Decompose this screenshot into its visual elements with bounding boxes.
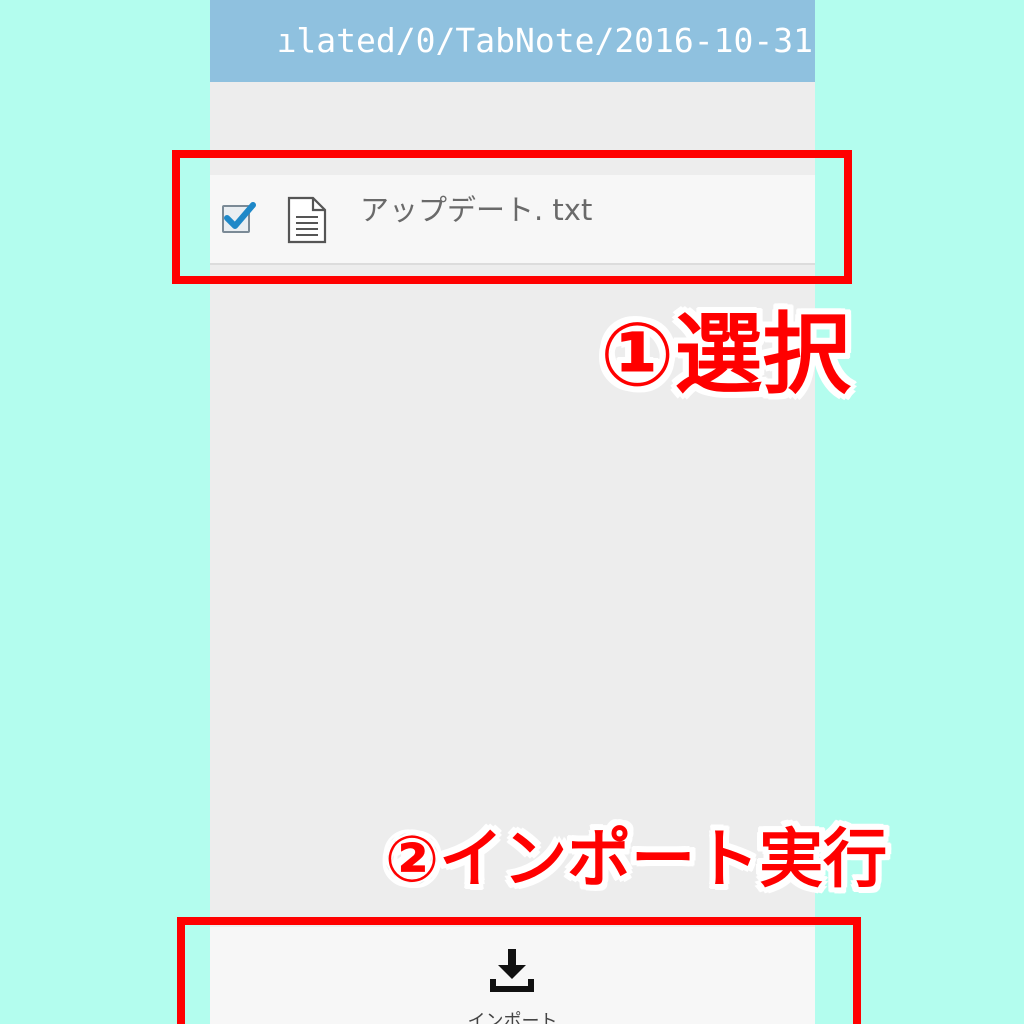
current-path: ılated/0/TabNote/2016-10-31 (276, 21, 813, 60)
annotation-step2: ②インポート実行 (385, 823, 888, 897)
annotation-step1: ①選択 (600, 303, 851, 406)
screenshot-canvas: ılated/0/TabNote/2016-10-31 アップデート. txt (0, 0, 1024, 1024)
highlight-import-button (177, 917, 861, 1024)
highlight-file-selection (172, 150, 852, 284)
path-bar: ılated/0/TabNote/2016-10-31 (210, 0, 815, 82)
